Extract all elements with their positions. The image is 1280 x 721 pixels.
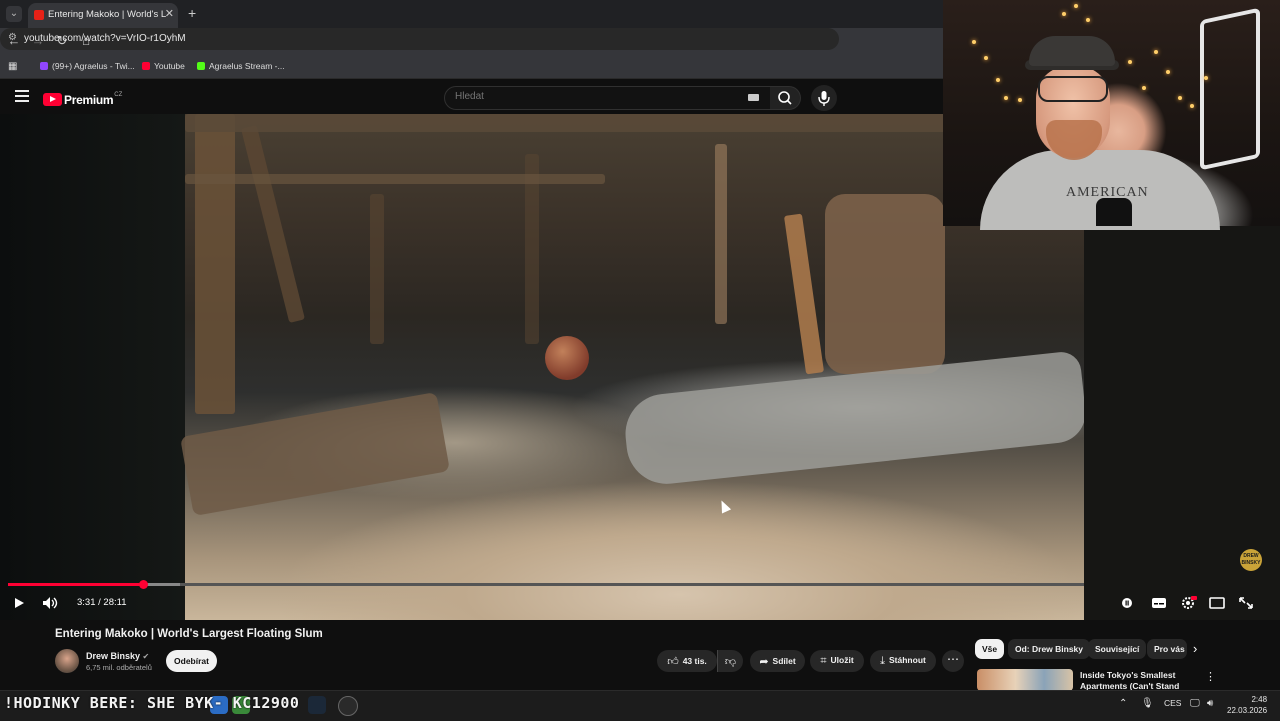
progress-played xyxy=(8,583,143,586)
channel-avatar[interactable] xyxy=(55,649,79,673)
recommended-video-title[interactable]: Inside Tokyo's Smallest Apartments (Can'… xyxy=(1080,670,1192,690)
search-box[interactable] xyxy=(444,86,771,110)
network-icon[interactable]: 🖵︎ xyxy=(1190,698,1200,709)
keyboard-icon[interactable] xyxy=(748,94,759,101)
volume-icon xyxy=(43,597,58,609)
youtube-favicon-icon xyxy=(34,10,44,20)
youtube-logo[interactable]: PremiumCZ xyxy=(43,91,123,107)
input-language[interactable]: CES xyxy=(1164,698,1181,708)
apps-grid-icon[interactable]: ▦ xyxy=(8,61,17,72)
thumbs-down-icon: 👎︎ xyxy=(724,655,737,668)
chip-from-channel[interactable]: Od: Drew Binsky xyxy=(1008,639,1091,659)
theater-icon xyxy=(1209,597,1225,609)
mute-button[interactable] xyxy=(40,594,60,612)
fullscreen-button[interactable] xyxy=(1236,594,1256,612)
channel-name-text: Drew Binsky xyxy=(86,651,141,661)
like-count: 43 tis. xyxy=(682,655,707,666)
bookmark-youtube[interactable]: Youtube xyxy=(142,61,185,71)
tab-title: Entering Makoko | World's Largest Floati… xyxy=(48,9,166,20)
chip-related[interactable]: Související xyxy=(1088,639,1147,659)
tab-search-dropdown-icon[interactable]: ⌄ xyxy=(6,6,22,22)
fullscreen-icon xyxy=(1239,597,1253,609)
chip-all[interactable]: Vše xyxy=(975,639,1005,659)
download-icon: ⤓ xyxy=(880,654,886,667)
recommended-video-thumbnail[interactable] xyxy=(977,669,1073,691)
save-button[interactable]: ⌗ Uložit xyxy=(810,650,864,672)
search-input[interactable] xyxy=(453,90,737,103)
play-icon xyxy=(15,598,24,608)
tray-microphone-icon[interactable]: 🎙︎ xyxy=(1141,698,1154,709)
webcam-glasses xyxy=(1038,76,1108,102)
webcam-microphone xyxy=(1096,198,1132,226)
microphone-icon xyxy=(818,91,830,106)
verified-icon: ✔ xyxy=(142,652,150,661)
kebab-menu-icon[interactable]: ⋮ xyxy=(1205,670,1216,683)
taskbar-app-icon[interactable] xyxy=(338,696,358,716)
autoplay-toggle[interactable] xyxy=(1117,594,1137,612)
speaker-icon[interactable]: 🔊︎ xyxy=(1207,698,1213,709)
youtube-icon xyxy=(142,62,150,70)
download-label: Stáhnout xyxy=(889,654,926,665)
search-icon xyxy=(778,91,792,105)
menu-icon[interactable] xyxy=(15,90,29,102)
share-icon: ➦ xyxy=(759,655,769,668)
share-button[interactable]: ➦ Sdílet xyxy=(750,650,805,672)
subtitles-button[interactable] xyxy=(1149,594,1169,612)
subscriber-count: 6,75 mil. odběratelů xyxy=(86,663,152,672)
settings-button[interactable] xyxy=(1178,594,1198,612)
more-actions-icon[interactable]: ⋯ xyxy=(942,650,964,672)
clock-time: 2:48 xyxy=(1251,695,1268,704)
kick-icon xyxy=(197,62,205,70)
chevron-right-icon[interactable]: › xyxy=(1193,641,1197,656)
clock-date: 22.03.2026 xyxy=(1227,706,1268,715)
bookmark-kick[interactable]: Agraelus Stream -... xyxy=(197,61,285,71)
bookmarks-bar: ▦ (99+) Agraelus - Twi... Youtube Agrael… xyxy=(0,56,943,79)
time-display: 3:31 / 28:11 xyxy=(77,597,127,608)
bookmark-label: Agraelus Stream -... xyxy=(209,61,285,71)
twitch-icon xyxy=(40,62,48,70)
region-code: CZ xyxy=(114,92,123,98)
search-button[interactable] xyxy=(770,86,801,110)
save-label: Uložit xyxy=(830,654,854,665)
tray-expand-icon[interactable]: ⌃ xyxy=(1119,698,1127,709)
video-title: Entering Makoko | World's Largest Floati… xyxy=(55,628,323,640)
share-label: Sdílet xyxy=(772,655,796,666)
dislike-button[interactable]: 👎︎ xyxy=(717,650,743,672)
bookmark-icon: ⌗ xyxy=(820,654,827,667)
video-letterbox-left xyxy=(0,114,185,620)
steam-icon[interactable] xyxy=(308,696,326,714)
bookmark-label: Youtube xyxy=(154,61,185,71)
url-text: youtube.com/watch?v=VrIO-r1OyhM xyxy=(24,33,186,44)
stream-ticker-text: !HODINKY BERE: SHE BYK- KC12900 xyxy=(4,694,300,712)
site-info-icon[interactable]: ⚙ xyxy=(8,32,17,43)
channel-name[interactable]: Drew Binsky ✔ xyxy=(86,651,149,661)
subscribe-button[interactable]: Odebírat xyxy=(166,650,217,672)
youtube-play-icon xyxy=(43,93,62,106)
gear-icon xyxy=(1182,596,1197,609)
browser-toolbar: ← → ↻ ⌂ ⚙ youtube.com/watch?v=VrIO-r1Oyh… xyxy=(0,28,943,56)
theater-mode-button[interactable] xyxy=(1207,594,1227,612)
download-button[interactable]: ⤓ Stáhnout xyxy=(870,650,936,672)
voice-search-button[interactable] xyxy=(811,85,837,111)
logo-text: Premium xyxy=(64,93,114,107)
thumbs-up-icon: 👍︎ xyxy=(667,655,679,668)
bookmark-label: (99+) Agraelus - Twi... xyxy=(52,61,135,71)
close-tab-icon[interactable]: ✕ xyxy=(165,7,174,20)
chip-for-you[interactable]: Pro vás xyxy=(1147,639,1187,659)
like-button[interactable]: 👍︎ 43 tis. xyxy=(657,650,717,672)
autoplay-icon xyxy=(1122,598,1132,608)
browser-tab[interactable]: Entering Makoko | World's Largest Floati… xyxy=(28,3,178,28)
channel-watermark[interactable]: DREW BINSKY xyxy=(1240,549,1262,571)
bookmark-twitch[interactable]: (99+) Agraelus - Twi... xyxy=(40,61,135,71)
system-clock[interactable]: 2:48 22.03.2026 xyxy=(1227,694,1267,716)
webcam-cap xyxy=(1029,36,1115,66)
progress-scrubber[interactable] xyxy=(139,580,148,589)
new-tab-icon[interactable]: + xyxy=(188,5,196,21)
subtitles-icon xyxy=(1152,598,1166,608)
play-button[interactable] xyxy=(9,594,29,612)
floating-ball xyxy=(545,336,589,380)
address-bar[interactable]: ⚙ youtube.com/watch?v=VrIO-r1OyhM xyxy=(0,28,839,50)
webcam-chair xyxy=(1200,7,1260,171)
